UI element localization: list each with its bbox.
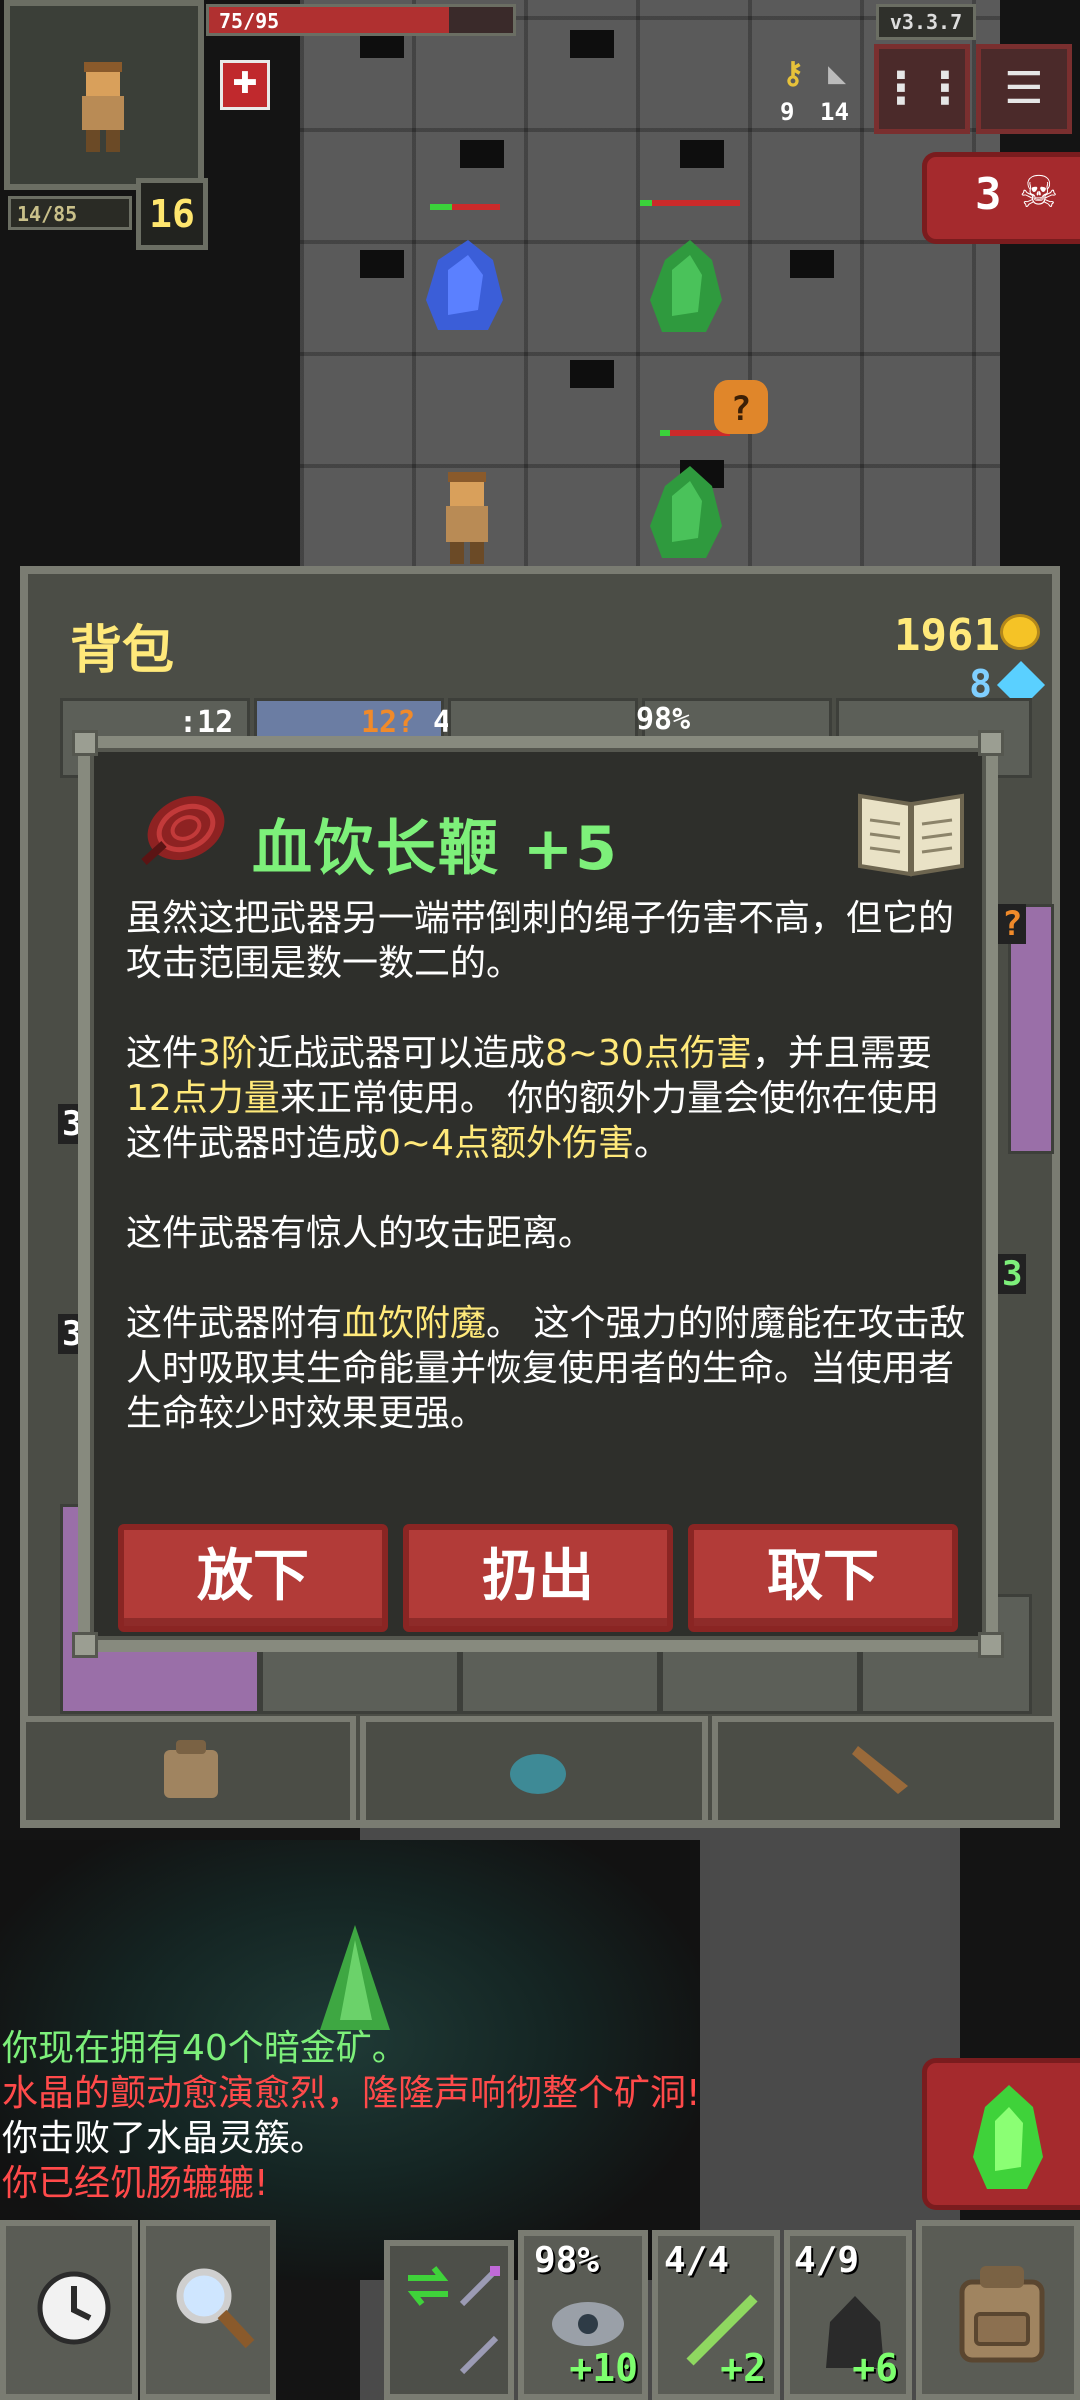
dialog-corner (72, 730, 98, 756)
bag-tab-main[interactable] (20, 1716, 356, 1826)
hero-portrait[interactable] (4, 0, 204, 190)
green-crystal-spirit-sprite[interactable] (640, 230, 730, 340)
stairs-icon: ◣ (828, 56, 847, 91)
drop-button[interactable]: 放下 (118, 1524, 388, 1632)
hero-level: 16 (136, 178, 208, 250)
backpack-icon (959, 2266, 1045, 2363)
magnifier-icon (176, 2268, 255, 2349)
wait-button[interactable] (0, 2220, 138, 2400)
quickslot-bottom-label: +10 (569, 2346, 638, 2390)
experience-text: 14/85 (17, 202, 78, 226)
quickslot-bottom-label: +6 (852, 2346, 898, 2390)
enemy-hp-bar (430, 204, 500, 210)
desc-paragraph-4: 这件武器附有血饮附魔。 这个强力的附魔能在攻击敌人时吸取其生命能量并恢复使用者的… (126, 1303, 966, 1434)
item-description: 虽然这把武器另一端带倒刺的绳子伤害不高，但它的攻击范围是数一数二的。 这件3阶近… (126, 896, 966, 1481)
gold-count: 1961 (894, 610, 1000, 661)
menu-button[interactable]: ☰ (976, 44, 1072, 134)
swap-icon (407, 2266, 449, 2306)
inventory-button[interactable] (916, 2220, 1080, 2400)
game-log: 你现在拥有40个暗金矿。 水晶的颤动愈演愈烈，隆隆声响彻整个矿洞! 你击败了水晶… (2, 2026, 700, 2206)
item-info-dialog: 血饮长鞭 +5 虽然这把武器另一端带倒刺的绳子伤害不高，但它的攻击范围是数一数二… (72, 730, 1004, 1658)
depth-right-value: 14 (820, 98, 849, 126)
desc-paragraph-2: 这件3阶近战武器可以造成8~30点伤害，并且需要12点力量来正常使用。 你的额外… (126, 1033, 940, 1164)
attack-target-icon (973, 2085, 1043, 2189)
bag-slot-label: 98% (636, 702, 691, 737)
desc-paragraph-3: 这件武器有惊人的攻击距离。 (126, 1213, 595, 1254)
quickslot-1[interactable]: 98% +10 (518, 2230, 648, 2400)
whip-icon (141, 795, 225, 865)
side-label: ? (998, 904, 1027, 944)
desc-paragraph-1: 虽然这把武器另一端带倒刺的绳子伤害不高，但它的攻击范围是数一数二的。 (126, 898, 955, 984)
dialog-corner (978, 730, 1004, 756)
backpack-title: 背包 (70, 621, 175, 681)
enemy-hp-bar (640, 200, 740, 206)
svg-text:?: ? (731, 389, 751, 429)
danger-indicator-button[interactable]: 3 ☠ (922, 152, 1080, 244)
clock-icon (37, 2271, 111, 2345)
gold-coin-icon (1000, 614, 1040, 650)
version-label: v3.3.7 (876, 4, 976, 40)
floor-hole (790, 250, 834, 278)
quickslot-swap[interactable] (384, 2240, 514, 2400)
floor-hole (570, 30, 614, 58)
dialog-corner (72, 1632, 98, 1658)
quickslot-2[interactable]: 4/4 +2 (652, 2230, 780, 2400)
experience-bar: 14/85 (8, 196, 132, 230)
bag-tab-3[interactable] (712, 1716, 1060, 1826)
green-crystal-sprite (320, 1925, 390, 2030)
log-line: 你现在拥有40个暗金矿。 (2, 2028, 408, 2069)
quickslot-top-label: 4/4 (664, 2240, 730, 2281)
floor-hole (570, 360, 614, 388)
journal-icon: ⋮⋮ (879, 63, 967, 114)
journal-button[interactable]: ⋮⋮ (874, 44, 970, 134)
backpack-icon (164, 1740, 218, 1798)
wand-icon (459, 2335, 499, 2375)
eye-armor-icon (552, 2302, 624, 2346)
wand-icon (459, 2266, 500, 2307)
floor-hole (360, 250, 404, 278)
wand-holster-icon (852, 1746, 908, 1794)
health-bar: 75/95 (206, 4, 516, 36)
log-line: 你击败了水晶灵簇。 (2, 2118, 327, 2159)
unknown-item-icon[interactable]: ? (708, 374, 774, 440)
book-icon[interactable] (854, 784, 968, 878)
hero-sprite[interactable] (432, 470, 502, 570)
depth-info: ⚷ ◣ 9 14 (776, 56, 866, 132)
item-title: 血饮长鞭 +5 (252, 814, 619, 884)
quickslot-top-label: 98% (534, 2240, 600, 2281)
skull-icon: ☠ (1019, 167, 1059, 218)
search-button[interactable] (140, 2220, 276, 2400)
quickslot-3[interactable]: 4/9 +6 (784, 2230, 912, 2400)
dialog-corner (978, 1632, 1004, 1658)
hero-portrait-icon (82, 62, 124, 152)
menu-icon: ☰ (1004, 63, 1044, 114)
unequip-button[interactable]: 取下 (688, 1524, 958, 1632)
quickslot-bottom-label: +2 (720, 2346, 766, 2390)
attack-button[interactable] (922, 2058, 1080, 2210)
floor-hole (460, 140, 504, 168)
key-icon: ⚷ (782, 56, 804, 91)
throw-button[interactable]: 扔出 (403, 1524, 673, 1632)
floor-hole (680, 140, 724, 168)
pouch-icon (510, 1754, 566, 1794)
depth-left-value: 9 (780, 98, 795, 126)
medical-cross-icon[interactable]: ✚ (220, 60, 270, 110)
green-crystal-spirit-sprite[interactable] (640, 456, 730, 566)
log-line: 水晶的颤动愈演愈烈，隆隆声响彻整个矿洞! (2, 2073, 701, 2114)
log-line: 你已经饥肠辘辘! (2, 2163, 269, 2204)
blue-crystal-spirit-sprite[interactable] (418, 230, 508, 340)
quickslot-top-label: 4/9 (794, 2240, 860, 2281)
danger-count: 3 (975, 169, 1002, 220)
health-text: 75/95 (219, 9, 280, 33)
bag-tab-2[interactable] (360, 1716, 708, 1826)
side-label: 3 (998, 1254, 1027, 1294)
